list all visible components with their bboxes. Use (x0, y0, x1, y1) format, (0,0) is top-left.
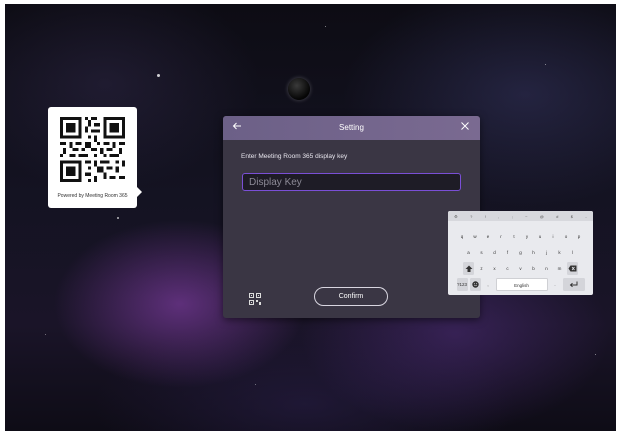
key[interactable]: - (585, 214, 586, 219)
key-k[interactable]: k (554, 246, 565, 259)
keyboard-toolbar: ⚙ ? ! , ; ~ @ # $ - (448, 211, 593, 221)
key-b[interactable]: b (528, 262, 539, 275)
comma-key[interactable]: , (483, 278, 494, 291)
key-c[interactable]: c (502, 262, 513, 275)
key-m[interactable]: m (554, 262, 565, 275)
enter-icon (569, 281, 578, 288)
key[interactable]: ~ (525, 214, 527, 219)
shift-icon (465, 265, 472, 272)
period-key[interactable]: . (550, 278, 561, 291)
star (45, 334, 46, 335)
dialog-header: Setting (223, 116, 480, 140)
shift-key[interactable] (463, 262, 474, 275)
key[interactable]: $ (571, 214, 573, 219)
backspace-icon (568, 265, 577, 272)
key-o[interactable]: o (561, 230, 572, 243)
key[interactable]: ? (470, 214, 472, 219)
key-p[interactable]: p (574, 230, 585, 243)
enter-key[interactable] (562, 278, 585, 291)
star (157, 74, 160, 77)
star (325, 26, 326, 27)
planet (288, 78, 310, 100)
key[interactable]: # (556, 214, 558, 219)
qr-code-card: Powered by Meeting Room 365 (48, 107, 142, 208)
keyboard-row-1: q w e r t y u i o p (448, 230, 593, 243)
emoji-icon (471, 281, 479, 288)
key-h[interactable]: h (528, 246, 539, 259)
key[interactable]: , (498, 214, 499, 219)
qr-code-icon (60, 117, 125, 182)
key-g[interactable]: g (515, 246, 526, 259)
star (595, 354, 596, 355)
qr-scan-icon[interactable] (249, 292, 261, 305)
display-key-prompt: Enter Meeting Room 365 display key (241, 153, 348, 160)
key-j[interactable]: j (541, 246, 552, 259)
key[interactable]: ! (485, 214, 486, 219)
key-t[interactable]: t (509, 230, 520, 243)
setting-dialog: Setting Enter Meeting Room 365 display k… (223, 116, 480, 318)
key-e[interactable]: e (483, 230, 494, 243)
key[interactable]: @ (540, 214, 544, 219)
key-a[interactable]: a (463, 246, 474, 259)
qr-caption: Powered by Meeting Room 365 (57, 193, 128, 199)
emoji-key[interactable] (469, 278, 481, 291)
key-l[interactable]: l (567, 246, 578, 259)
key[interactable]: ; (512, 214, 513, 219)
keyboard-row-2: a s d f g h j k l (448, 246, 593, 259)
keyboard-row-3: z x c v b n m (448, 262, 593, 275)
key-x[interactable]: x (489, 262, 500, 275)
key-s[interactable]: s (476, 246, 487, 259)
key-i[interactable]: i (548, 230, 559, 243)
key-v[interactable]: v (515, 262, 526, 275)
keyboard-settings-icon[interactable]: ⚙ (454, 214, 458, 219)
key-z[interactable]: z (476, 262, 487, 275)
key-q[interactable]: q (457, 230, 468, 243)
space-key[interactable]: English (495, 278, 548, 291)
numbers-key[interactable]: ?123 (456, 278, 468, 291)
star (255, 384, 256, 385)
on-screen-keyboard: ⚙ ? ! , ; ~ @ # $ - q w e r t y u i o p … (448, 211, 593, 295)
key-w[interactable]: w (470, 230, 481, 243)
key-r[interactable]: r (496, 230, 507, 243)
key-y[interactable]: y (522, 230, 533, 243)
star (545, 64, 546, 65)
dialog-title: Setting (339, 123, 364, 132)
confirm-button[interactable]: Confirm (314, 287, 388, 306)
backspace-key[interactable] (567, 262, 578, 275)
key-f[interactable]: f (502, 246, 513, 259)
key-d[interactable]: d (489, 246, 500, 259)
star (117, 217, 119, 219)
display-key-input[interactable] (242, 173, 461, 191)
key-u[interactable]: u (535, 230, 546, 243)
key-n[interactable]: n (541, 262, 552, 275)
keyboard-row-4: ?123 , English . (448, 278, 593, 291)
close-icon[interactable] (460, 120, 470, 134)
